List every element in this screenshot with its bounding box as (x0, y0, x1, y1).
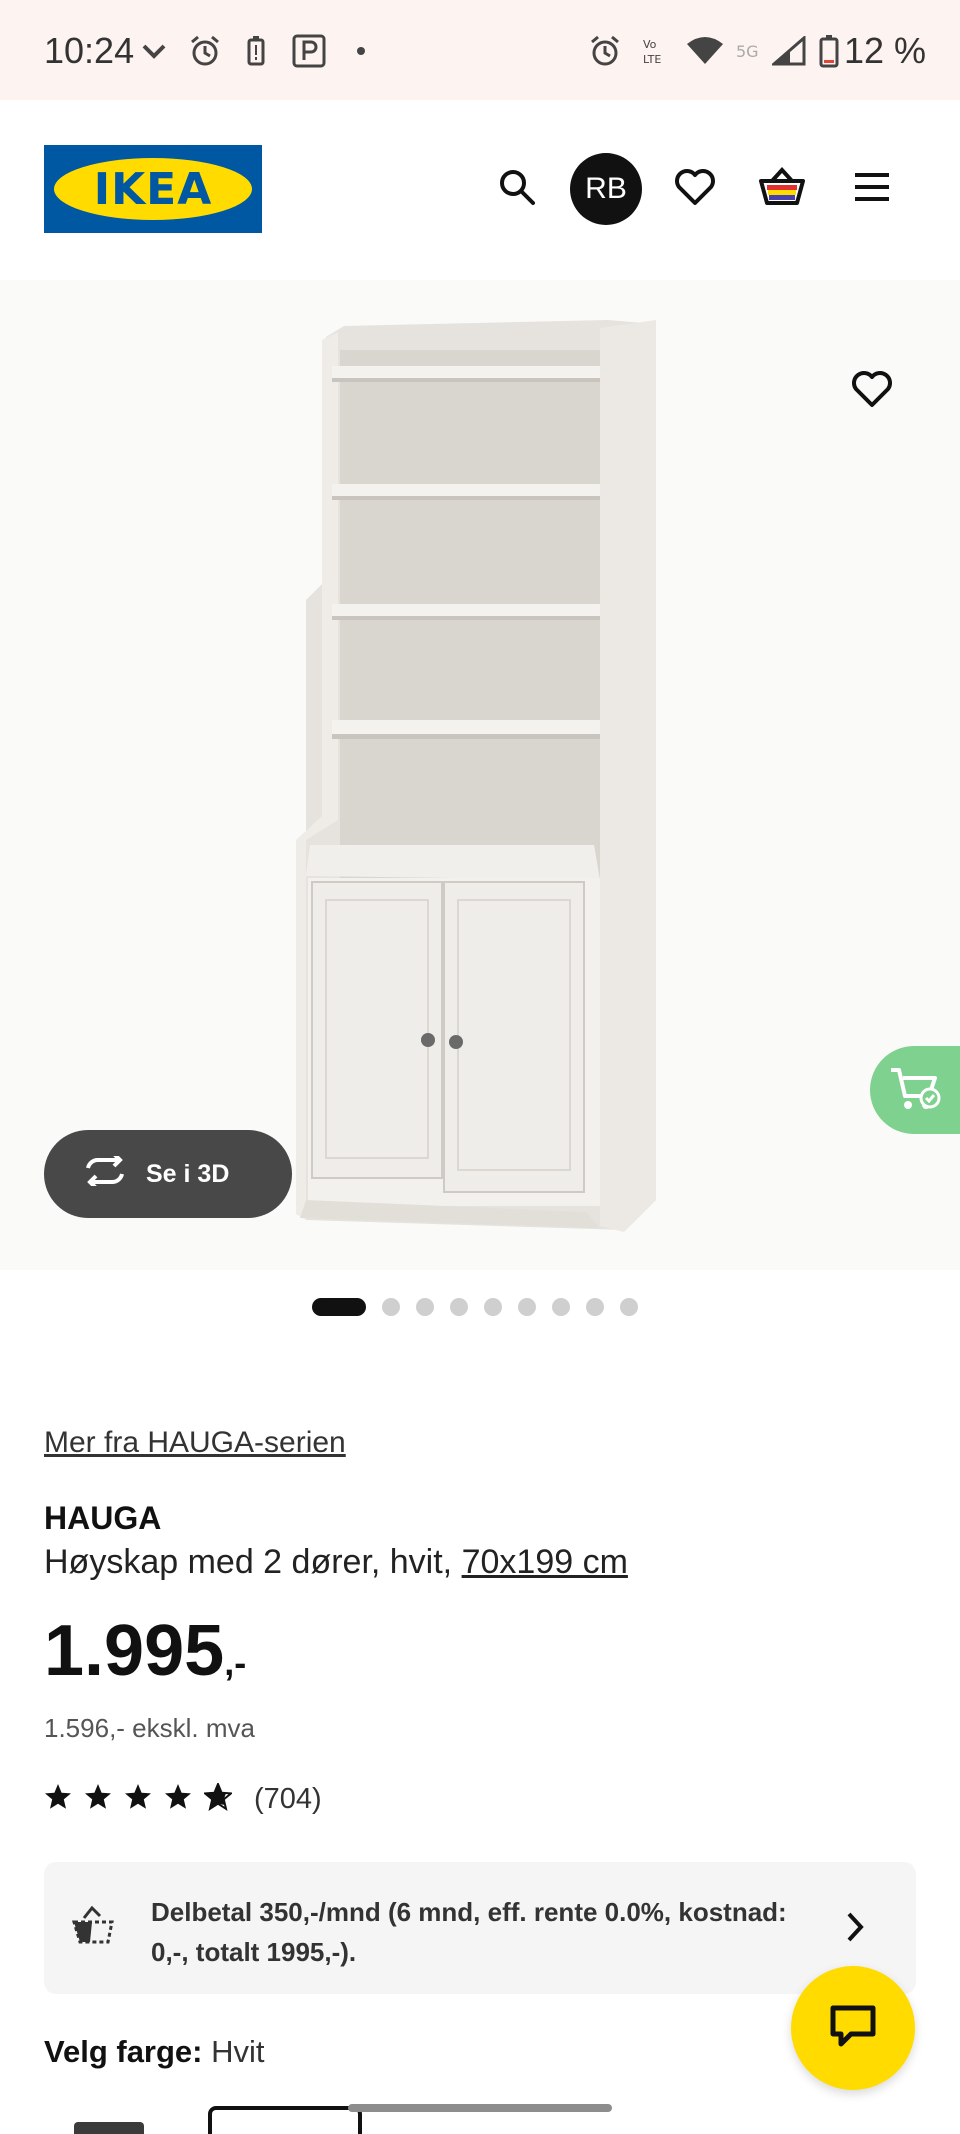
notification-dot-icon (356, 34, 366, 68)
menu-button[interactable] (836, 153, 908, 225)
pagination-dot[interactable] (518, 1298, 536, 1316)
search-button[interactable] (481, 153, 553, 225)
pagination-dot[interactable] (552, 1298, 570, 1316)
pagination-dot[interactable] (416, 1298, 434, 1316)
signal-icon (772, 34, 806, 68)
add-to-favourites-button[interactable] (836, 355, 908, 427)
svg-text:5G: 5G (736, 42, 759, 61)
pagination-dot[interactable] (450, 1298, 468, 1316)
bookcase-image (296, 320, 656, 1232)
chevron-down-icon (140, 34, 168, 68)
logo-oval: IKEA (54, 158, 252, 220)
status-bar: 10:24 Vo LTE 5G 12 % (0, 0, 960, 100)
chevron-right-icon (844, 1910, 866, 1949)
add-to-cart-icon (889, 1064, 941, 1117)
star-icon (84, 1783, 112, 1816)
pagination-dot[interactable] (586, 1298, 604, 1316)
pagination-dot-active[interactable] (312, 1298, 366, 1316)
search-icon (497, 167, 537, 212)
price-suffix: ,- (224, 1642, 247, 1683)
review-count[interactable]: (704) (254, 1783, 322, 1816)
volte-icon: Vo LTE (640, 34, 674, 68)
heart-icon (674, 168, 716, 211)
star-icon (164, 1783, 192, 1816)
chat-icon (829, 2004, 877, 2053)
alarm-icon (588, 34, 622, 68)
product-size-link[interactable]: 70x199 cm (462, 1543, 628, 1581)
gesture-home-bar[interactable] (348, 2104, 612, 2112)
colour-label: Velg farge: (44, 2034, 203, 2069)
rotate-icon (82, 1152, 128, 1193)
logo-wordmark: IKEA (93, 163, 213, 215)
colour-option-dark[interactable] (74, 2122, 144, 2134)
alarm-icon (188, 34, 222, 68)
colour-value: Hvit (211, 2034, 265, 2069)
price-ex-vat: 1.596,- ekskl. mva (44, 1713, 255, 1743)
gallery-pagination (312, 1298, 638, 1316)
status-time: 10:24 (44, 30, 135, 71)
pagination-dot[interactable] (620, 1298, 638, 1316)
star-icon (124, 1783, 152, 1816)
wifi-icon (686, 34, 724, 68)
series-link[interactable]: Mer fra HAUGA-serien (44, 1426, 346, 1460)
product-image-gallery[interactable] (0, 280, 960, 1270)
view-in-3d-label: Se i 3D (146, 1159, 230, 1188)
favourites-button[interactable] (659, 153, 731, 225)
price-value: 1.995 (44, 1611, 225, 1691)
star-icon (44, 1783, 72, 1816)
battery-alert-icon (246, 34, 266, 68)
quick-add-to-cart-button[interactable] (870, 1046, 960, 1134)
payment-icon (71, 1905, 118, 1951)
pagination-dot[interactable] (484, 1298, 502, 1316)
battery-level: 12 % (844, 30, 927, 71)
chat-button[interactable] (791, 1966, 915, 2090)
parking-icon (292, 34, 326, 68)
menu-icon (853, 172, 891, 207)
colour-selector: Velg farge: Hvit (44, 2034, 265, 2070)
view-in-3d-button[interactable]: Se i 3D (44, 1130, 292, 1218)
product-description-text: Høyskap med 2 dører, hvit, (44, 1543, 462, 1581)
product-price: 1.995,- (44, 1615, 246, 1687)
battery-icon (818, 34, 840, 68)
financing-banner[interactable]: Delbetal 350,-/mnd (6 mnd, eff. rente 0.… (44, 1862, 916, 1994)
ikea-logo[interactable]: IKEA (44, 145, 262, 233)
pagination-dot[interactable] (382, 1298, 400, 1316)
product-rating[interactable]: (704) (44, 1781, 322, 1816)
basket-button[interactable] (746, 153, 818, 225)
colour-option-white-selected[interactable] (208, 2106, 362, 2134)
financing-text: Delbetal 350,-/mnd (6 mnd, eff. rente 0.… (151, 1897, 787, 1968)
half-star-icon (202, 1781, 234, 1816)
svg-text:LTE: LTE (643, 53, 661, 66)
product-name: HAUGA (44, 1500, 162, 1536)
5g-icon: 5G (736, 34, 766, 68)
basket-icon (758, 166, 806, 212)
heart-icon (851, 370, 893, 413)
svg-text:Vo: Vo (643, 38, 657, 51)
product-description: Høyskap med 2 dører, hvit, 70x199 cm (44, 1543, 628, 1582)
account-avatar[interactable]: RB (570, 153, 642, 225)
